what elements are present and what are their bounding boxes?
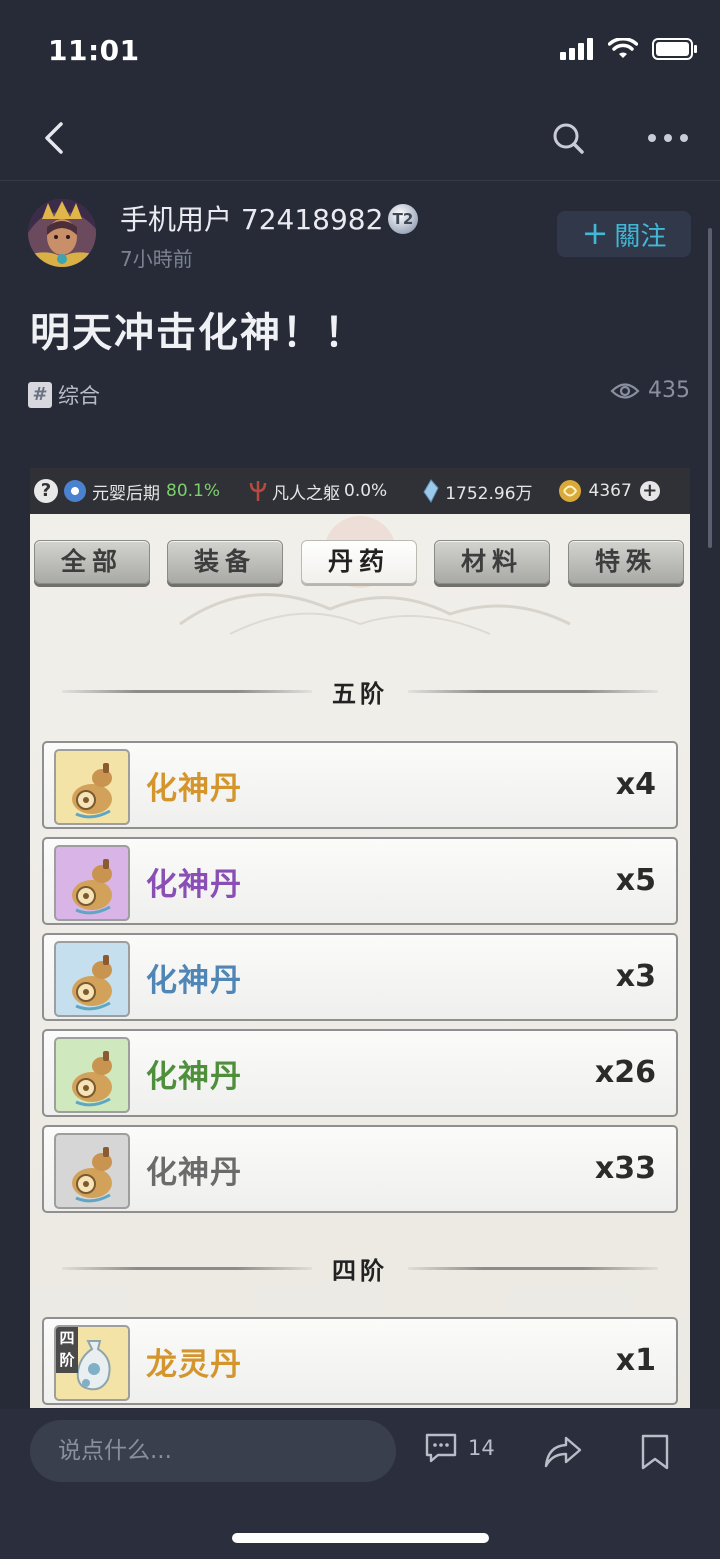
post-tag[interactable]: # 综合	[28, 380, 100, 410]
realm-label: 元婴后期	[92, 483, 160, 504]
item-quantity: x26	[594, 1055, 656, 1090]
more-icon	[648, 134, 688, 142]
coin-icon	[558, 480, 581, 502]
divider-line	[408, 689, 658, 693]
section-title: 五阶	[332, 678, 388, 708]
username[interactable]: 手机用户 72418982	[120, 198, 383, 238]
item-name: 化神丹	[146, 1155, 242, 1191]
search-button[interactable]	[548, 118, 588, 158]
share-icon	[544, 1436, 582, 1468]
eye-icon	[610, 382, 640, 399]
nav-divider	[0, 180, 720, 181]
game-status-bar: ? 元婴后期 80.1% 凡人之躯 0.0% 1752.96万 4367 +	[30, 468, 690, 514]
item-quantity: x1	[615, 1343, 656, 1378]
gourd-icon	[54, 1037, 130, 1113]
divider-line	[408, 1266, 658, 1270]
view-count-value: 435	[648, 378, 690, 403]
item-name: 龙灵丹	[146, 1347, 242, 1383]
help-icon: ?	[34, 479, 58, 503]
item-row[interactable]: 四阶 龙灵丹 x1	[42, 1317, 678, 1405]
item-row[interactable]: 化神丹 x5	[42, 837, 678, 925]
bookmark-button[interactable]	[638, 1432, 672, 1472]
item-row[interactable]: 化神丹 x4	[42, 741, 678, 829]
post-time: 7小時前	[120, 247, 193, 271]
tier-label: 四阶	[56, 1327, 78, 1373]
item-quantity: x5	[615, 863, 656, 898]
item-row[interactable]: 化神丹 x3	[42, 933, 678, 1021]
realm-progress: 80.1%	[166, 481, 221, 501]
avatar-image	[28, 199, 96, 267]
body-progress: 0.0%	[344, 481, 388, 501]
comment-count: 14	[468, 1436, 495, 1460]
home-indicator[interactable]	[232, 1533, 489, 1543]
back-button[interactable]	[36, 118, 76, 158]
item-name: 化神丹	[146, 867, 242, 903]
search-icon	[553, 123, 584, 154]
status-icons	[560, 38, 698, 60]
wifi-icon	[608, 38, 638, 58]
yin-yang-icon	[64, 480, 86, 502]
share-button[interactable]	[542, 1432, 584, 1472]
item-quantity: x3	[615, 959, 656, 994]
section-title: 四阶	[332, 1255, 388, 1285]
tag-label: 综合	[58, 384, 100, 408]
tab-all[interactable]: 全部	[34, 540, 150, 584]
divider-line	[62, 689, 312, 693]
follow-label: 關注	[614, 221, 667, 252]
item-row[interactable]: 化神丹 x26	[42, 1029, 678, 1117]
add-currency-button[interactable]: +	[639, 481, 660, 501]
gourd-icon	[54, 749, 130, 825]
spirit-stone-amount: 1752.96万	[445, 483, 533, 504]
avatar[interactable]	[28, 199, 96, 267]
vase-icon: 四阶	[54, 1325, 130, 1401]
gourd-icon	[54, 941, 130, 1017]
follow-button[interactable]: + 關注	[557, 211, 691, 257]
spirit-stone-icon	[423, 479, 439, 503]
post-title: 明天冲击化神！！	[30, 310, 366, 356]
body-label: 凡人之躯	[272, 483, 341, 504]
plus-icon: +	[581, 213, 609, 252]
comment-icon	[425, 1433, 457, 1463]
divider-line	[62, 1266, 312, 1270]
gold-amount: 4367	[588, 481, 632, 501]
gourd-icon	[54, 1133, 130, 1209]
trident-icon	[249, 481, 267, 501]
post-image[interactable]: ? 元婴后期 80.1% 凡人之躯 0.0% 1752.96万 4367 + 全…	[30, 468, 690, 1408]
tab-special[interactable]: 特殊	[568, 540, 684, 584]
gourd-icon	[54, 845, 130, 921]
comment-input[interactable]: 说点什么...	[30, 1420, 396, 1482]
scrollbar[interactable]	[708, 228, 712, 548]
status-time: 11:01	[48, 34, 140, 67]
hash-icon: #	[28, 382, 52, 408]
tab-pills[interactable]: 丹药	[301, 540, 417, 584]
view-count: 435	[610, 378, 690, 403]
item-quantity: x4	[615, 767, 656, 802]
item-name: 化神丹	[146, 963, 242, 999]
more-button[interactable]	[644, 118, 692, 158]
chevron-left-icon	[45, 122, 63, 154]
section-header: 五阶	[30, 676, 690, 708]
user-level-badge: T2	[388, 204, 418, 234]
battery-icon	[652, 38, 697, 60]
tab-materials[interactable]: 材料	[434, 540, 550, 584]
item-quantity: x33	[594, 1151, 656, 1186]
item-row[interactable]: 化神丹 x33	[42, 1125, 678, 1213]
signal-icon	[560, 38, 593, 60]
section-header: 四阶	[30, 1253, 690, 1285]
bookmark-icon	[641, 1434, 669, 1470]
item-name: 化神丹	[146, 1059, 242, 1095]
tab-equipment[interactable]: 装备	[167, 540, 283, 584]
item-name: 化神丹	[146, 771, 242, 807]
comment-button[interactable]: 14	[424, 1432, 495, 1464]
